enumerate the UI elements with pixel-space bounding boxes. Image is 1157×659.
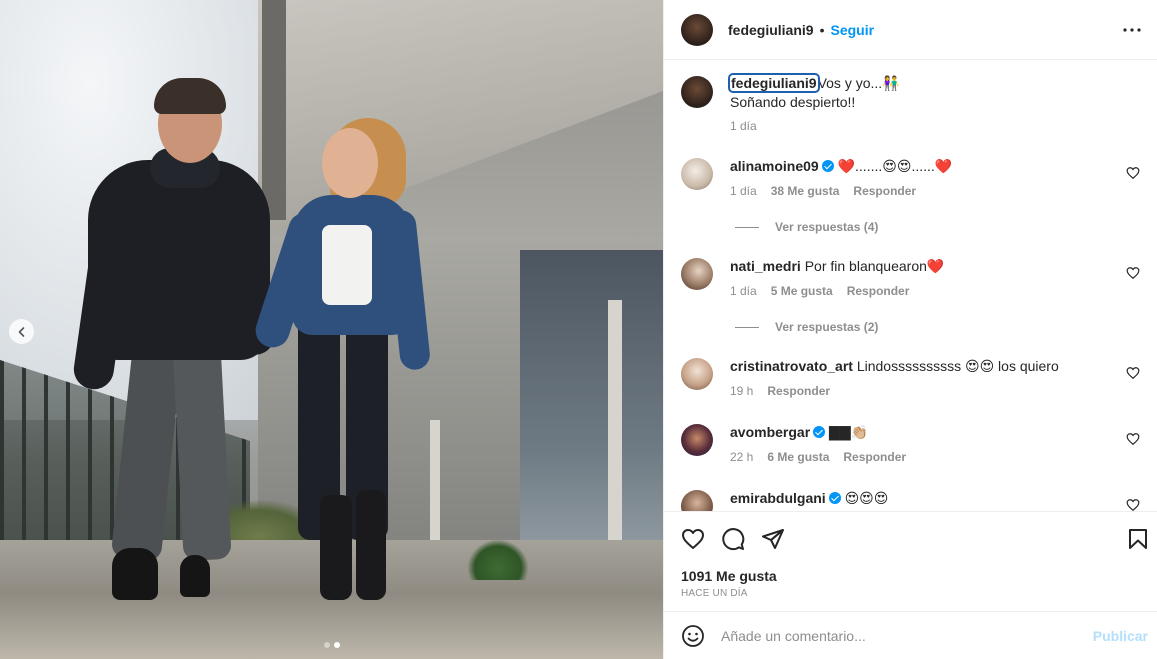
like-comment-heart-icon[interactable]	[1126, 366, 1140, 380]
carousel-dot	[324, 642, 330, 648]
photo-man-torso	[88, 160, 270, 360]
like-heart-icon[interactable]	[681, 527, 705, 551]
more-options-button[interactable]	[1120, 18, 1144, 42]
comment-likes[interactable]: 5 Me gusta	[771, 282, 833, 301]
view-replies-button[interactable]: Ver respuestas (4)	[735, 220, 878, 234]
carousel-prev-button[interactable]	[9, 319, 34, 344]
comment-time[interactable]: 1 día	[730, 282, 757, 301]
share-send-icon[interactable]	[761, 527, 785, 551]
emoji-smiley-icon[interactable]	[681, 624, 705, 648]
like-comment-heart-icon[interactable]	[1126, 498, 1140, 511]
post-header: fedegiuliani9 • Seguir	[664, 0, 1157, 60]
post-timestamp[interactable]: HACE UN DÍA	[681, 588, 748, 599]
comment-text: Por fin blanquearon❤️	[804, 258, 945, 274]
caption-body: fedegiuliani9Vos y yo...👫 Soñando despie…	[728, 73, 1130, 136]
like-comment-heart-icon[interactable]	[1126, 166, 1140, 180]
separator-dot: •	[819, 21, 825, 38]
view-replies-label: Ver respuestas (2)	[775, 320, 879, 334]
photo-glass-facade	[520, 250, 663, 580]
photo-man-hair	[154, 78, 226, 114]
comment-body: alinamoine09 ❤️.......😍😍......❤️ 1 día 3…	[730, 157, 1130, 201]
comment-likes[interactable]: 6 Me gusta	[767, 448, 829, 467]
comment-bubble-icon[interactable]	[721, 527, 745, 551]
chevron-left-icon	[18, 326, 24, 337]
verified-badge-icon	[821, 160, 834, 172]
caption-username[interactable]: fedegiuliani9	[728, 73, 820, 93]
comment-body: nati_medri Por fin blanquearon❤️ 1 día 5…	[730, 257, 1130, 301]
carousel-dot-active	[334, 642, 340, 648]
view-replies-button[interactable]: Ver respuestas (2)	[735, 320, 878, 334]
comment-likes[interactable]: 38 Me gusta	[771, 182, 840, 201]
save-bookmark-icon[interactable]	[1126, 527, 1150, 551]
comment-time[interactable]: 22 h	[730, 448, 753, 467]
comment-meta: 19 h Responder	[730, 382, 1130, 401]
comment-text: Lindossssssssss 😍😍 los quiero	[856, 358, 1059, 374]
photo-pillar	[608, 300, 622, 580]
post-side-panel: fedegiuliani9 • Seguir fedegiuliani9Vos …	[663, 0, 1157, 659]
comments-list[interactable]: fedegiuliani9Vos y yo...👫 Soñando despie…	[664, 61, 1157, 511]
replies-line	[735, 326, 759, 328]
reply-button[interactable]: Responder	[853, 182, 916, 201]
commenter-avatar[interactable]	[681, 358, 713, 390]
caption-time[interactable]: 1 día	[730, 117, 757, 136]
view-replies-label: Ver respuestas (4)	[775, 220, 879, 234]
comment-meta: 1 día 38 Me gusta Responder	[730, 182, 1130, 201]
verified-badge-icon	[828, 492, 841, 504]
carousel-dots	[324, 642, 340, 648]
comment-input[interactable]	[721, 628, 1061, 644]
follow-button[interactable]: Seguir	[830, 22, 874, 38]
author-avatar[interactable]	[681, 13, 713, 46]
photo-plant	[468, 540, 528, 580]
post-photo[interactable]	[0, 0, 663, 659]
replies-line	[735, 226, 759, 228]
comment-meta: 1 día 5 Me gusta Responder	[730, 282, 1130, 301]
photo-woman-shirt	[322, 225, 372, 305]
comment-username[interactable]: avombergar	[730, 424, 810, 440]
reply-button[interactable]: Responder	[843, 448, 906, 467]
comment-username[interactable]: emirabdulgani	[730, 490, 826, 506]
caption-avatar[interactable]	[681, 76, 713, 108]
likes-count[interactable]: 1091 Me gusta	[681, 568, 777, 584]
photo-pillar	[430, 420, 440, 560]
add-comment-bar: Publicar	[664, 611, 1157, 659]
reply-button[interactable]: Responder	[847, 282, 910, 301]
commenter-avatar[interactable]	[681, 490, 713, 511]
comment-username[interactable]: nati_medri	[730, 258, 801, 274]
more-horizontal-icon	[1123, 28, 1141, 32]
caption-text-line1: Vos y yo...👫	[817, 75, 900, 91]
commenter-avatar[interactable]	[681, 158, 713, 190]
comment-body: cristinatrovato_art Lindossssssssss 😍😍 l…	[730, 357, 1130, 401]
photo-woman-boot	[320, 495, 352, 600]
photo-canopy-edge	[262, 0, 286, 220]
comment-username[interactable]: cristinatrovato_art	[730, 358, 853, 374]
commenter-avatar[interactable]	[681, 424, 713, 456]
photo-man-shoe	[180, 555, 210, 597]
like-comment-heart-icon[interactable]	[1126, 266, 1140, 280]
comment-text: 😍😍😍	[844, 490, 889, 506]
photo-woman-head	[322, 128, 378, 198]
comment-body: emirabdulgani 😍😍😍	[730, 489, 1130, 508]
comment-text: ▇▇👏🏼	[829, 424, 869, 440]
comment-body: avombergar ▇▇👏🏼 22 h 6 Me gusta Responde…	[730, 423, 1130, 467]
comment-meta: 22 h 6 Me gusta Responder	[730, 448, 1130, 467]
commenter-avatar[interactable]	[681, 258, 713, 290]
photo-woman-boot	[356, 490, 386, 600]
comment-time[interactable]: 1 día	[730, 182, 757, 201]
caption-meta: 1 día	[730, 117, 1130, 136]
like-comment-heart-icon[interactable]	[1126, 432, 1140, 446]
caption-text-line2: Soñando despierto!!	[730, 94, 856, 110]
publish-button[interactable]: Publicar	[1093, 628, 1148, 644]
reply-button[interactable]: Responder	[767, 382, 830, 401]
comment-username[interactable]: alinamoine09	[730, 158, 819, 174]
verified-badge-icon	[813, 426, 826, 438]
comment-time[interactable]: 19 h	[730, 382, 753, 401]
post-actions-section: 1091 Me gusta HACE UN DÍA Publicar	[664, 511, 1157, 659]
comment-text: ❤️.......😍😍......❤️	[837, 158, 953, 174]
photo-man-shoe	[112, 548, 158, 600]
author-username[interactable]: fedegiuliani9	[728, 22, 814, 38]
